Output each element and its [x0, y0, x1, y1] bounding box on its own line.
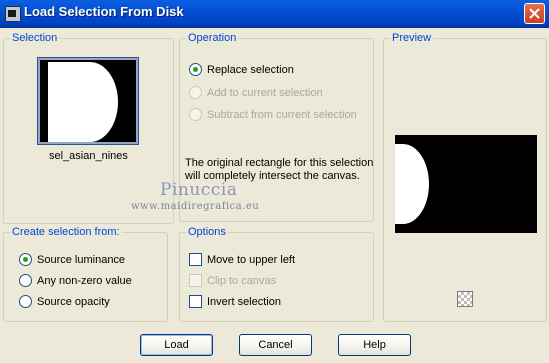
radio-label: Subtract from current selection — [207, 108, 357, 121]
radio-label: Source luminance — [37, 253, 126, 266]
selection-legend: Selection — [12, 32, 58, 44]
checkerboard-icon[interactable] — [457, 291, 473, 307]
preview-canvas — [395, 135, 537, 233]
selection-app-icon — [5, 6, 21, 22]
radio-button[interactable] — [19, 295, 32, 308]
radio-source-luminance[interactable]: Source luminance — [19, 253, 125, 266]
checkbox-clip-to-canvas[interactable]: Clip to canvas — [189, 274, 276, 287]
checkbox-label: Invert selection — [207, 295, 281, 308]
radio-button[interactable] — [189, 108, 202, 121]
close-icon[interactable] — [524, 3, 545, 24]
window-title: Load Selection From Disk — [24, 4, 184, 19]
radio-label: Any non-zero value — [37, 274, 132, 287]
checkbox-label: Move to upper left — [207, 253, 296, 266]
checkbox-invert-selection[interactable]: Invert selection — [189, 295, 281, 308]
help-button[interactable]: Help — [338, 334, 411, 356]
watermark-name: Pinuccia — [160, 180, 238, 200]
load-selection-dialog: Load Selection From Disk Selection sel_a… — [0, 0, 549, 363]
options-legend: Options — [188, 226, 226, 238]
checkbox[interactable] — [189, 295, 202, 308]
checkbox-label: Clip to canvas — [207, 274, 277, 287]
radio-any-non-zero-value[interactable]: Any non-zero value — [19, 274, 132, 287]
load-button[interactable]: Load — [140, 334, 213, 356]
operation-legend: Operation — [188, 32, 237, 44]
radio-label: Source opacity — [37, 295, 110, 308]
watermark-url: www.maidiregrafica.eu — [131, 201, 260, 212]
preview-legend: Preview — [392, 32, 432, 44]
radio-add-to-current[interactable]: Add to current selection — [189, 86, 323, 99]
radio-label: Replace selection — [207, 63, 294, 76]
title-bar[interactable]: Load Selection From Disk — [0, 0, 549, 28]
checkbox-move-to-upper-left[interactable]: Move to upper left — [189, 253, 295, 266]
radio-button[interactable] — [189, 63, 202, 76]
checkbox[interactable] — [189, 253, 202, 266]
radio-label: Add to current selection — [207, 86, 323, 99]
checkbox[interactable] — [189, 274, 202, 287]
radio-source-opacity[interactable]: Source opacity — [19, 295, 110, 308]
radio-replace-selection[interactable]: Replace selection — [189, 63, 294, 76]
radio-button[interactable] — [19, 253, 32, 266]
radio-button[interactable] — [189, 86, 202, 99]
radio-subtract-from-current[interactable]: Subtract from current selection — [189, 108, 357, 121]
radio-button[interactable] — [19, 274, 32, 287]
create-from-legend: Create selection from: — [12, 226, 120, 238]
selection-thumbnail[interactable] — [37, 57, 139, 145]
note-line: The original rectangle for this selectio… — [185, 157, 374, 169]
cancel-button[interactable]: Cancel — [239, 334, 312, 356]
selection-file-name: sel_asian_nines — [49, 150, 128, 162]
